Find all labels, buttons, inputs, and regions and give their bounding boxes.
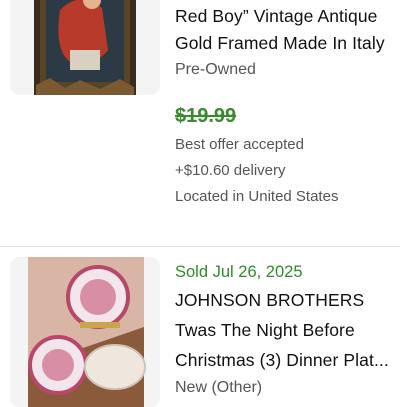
listing-card[interactable]: Sold Jul 26, 2025 JOHNSON BROTHERS Twas … — [0, 247, 400, 407]
item-location: Located in United States — [175, 188, 339, 205]
listing-thumbnail[interactable] — [10, 257, 160, 407]
listing-title-line[interactable]: Red Boy” Vintage Antique — [175, 3, 400, 30]
listing-card[interactable]: Red Boy” Vintage Antique Gold Framed Mad… — [0, 0, 400, 240]
listing-title-line[interactable]: Twas The Night Before — [175, 315, 400, 345]
condition-label: New (Other) — [175, 379, 263, 396]
listing-thumbnail[interactable] — [10, 0, 160, 95]
condition-label: Pre-Owned — [175, 61, 256, 78]
listing-title-line[interactable]: Christmas (3) Dinner Plat... — [175, 345, 400, 375]
christmas-plates-image — [10, 257, 160, 407]
listing-title-line[interactable]: Gold Framed Made In Italy — [175, 30, 400, 59]
listing-price: $19.99 — [175, 105, 237, 127]
delivery-cost: +$10.60 delivery — [175, 162, 286, 179]
best-offer-label: Best offer accepted — [175, 136, 304, 153]
listing-title-line[interactable]: JOHNSON BROTHERS — [175, 285, 400, 315]
sold-date: Sold Jul 26, 2025 — [175, 263, 303, 281]
framed-portrait-image — [10, 0, 160, 95]
